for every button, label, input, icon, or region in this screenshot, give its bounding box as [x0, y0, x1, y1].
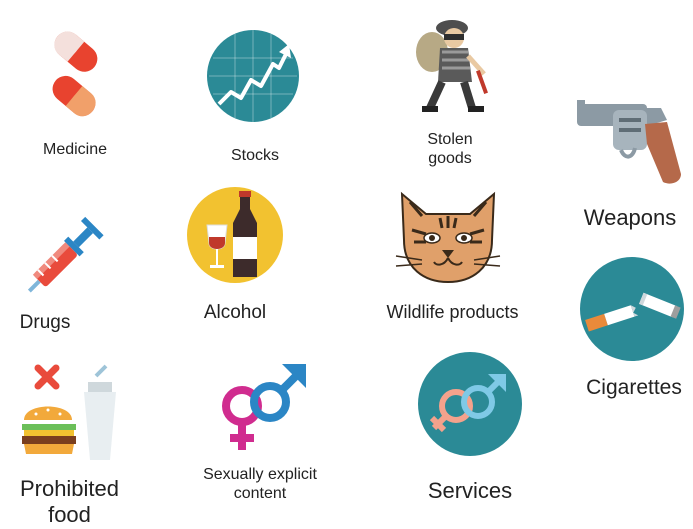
stock-chart-icon — [205, 28, 301, 124]
sexually-explicit-label: Sexually explicit content — [175, 465, 345, 503]
prohibited-food-label-line2: food — [48, 502, 91, 528]
sexually-explicit-label-line1: Sexually explicit — [203, 466, 317, 483]
cigarette-icon — [578, 255, 686, 363]
stolen-goods-label-line2: goods — [428, 150, 472, 168]
services-label: Services — [427, 478, 513, 503]
alcohol-label: Alcohol — [203, 302, 267, 323]
pill-capsule-icon — [38, 30, 110, 118]
thief-icon — [410, 12, 490, 118]
wine-icon — [185, 185, 285, 285]
syringe-icon — [14, 205, 114, 305]
revolver-icon — [575, 98, 685, 188]
prohibited-food-label: Prohibited food — [2, 476, 137, 529]
sexually-explicit-label-line2: content — [233, 485, 287, 503]
gender-symbols-circle-icon — [416, 350, 524, 458]
stolen-goods-label-line1: Stolen — [427, 131, 473, 148]
drugs-label: Drugs — [19, 312, 71, 333]
stolen-goods-label: Stolen goods — [405, 130, 495, 168]
cigarettes-label: Cigarettes — [586, 376, 682, 399]
weapons-label: Weapons — [583, 205, 677, 230]
medicine-label: Medicine — [42, 141, 108, 158]
stocks-label: Stocks — [230, 147, 279, 164]
prohibited-food-icon — [22, 362, 122, 462]
tiger-face-icon — [392, 190, 504, 286]
wildlife-label: Wildlife products — [386, 302, 519, 322]
gender-symbols-icon — [212, 358, 312, 458]
prohibited-food-label-line1: Prohibited — [19, 476, 120, 501]
